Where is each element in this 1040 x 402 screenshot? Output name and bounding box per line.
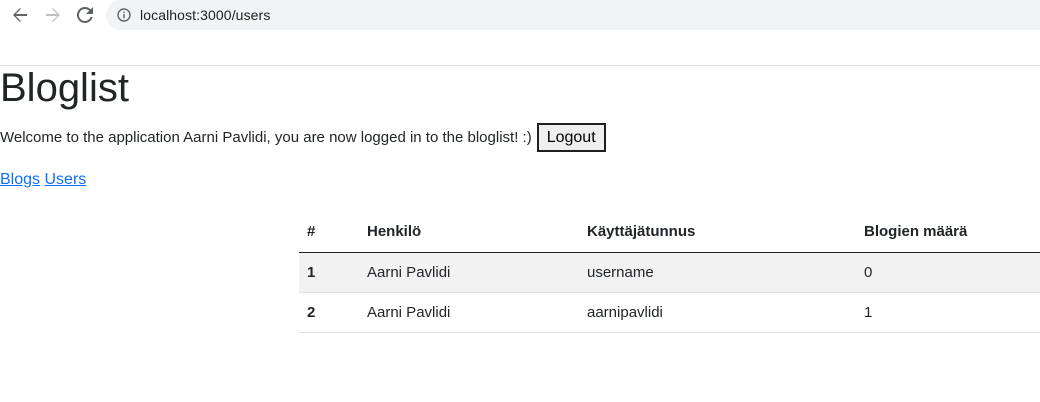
reload-button[interactable] xyxy=(74,4,96,26)
column-header-blog-count: Blogien määrä xyxy=(856,211,1040,253)
logout-button[interactable]: Logout xyxy=(536,123,606,152)
table-row: 2 Aarni Pavlidi aarnipavlidi 1 xyxy=(299,292,1040,333)
arrow-left-icon xyxy=(13,8,27,22)
blog-count-cell: 0 xyxy=(856,252,1040,293)
address-bar[interactable]: localhost:3000/users xyxy=(106,0,1040,30)
back-button[interactable] xyxy=(9,4,31,26)
info-icon[interactable] xyxy=(117,8,131,22)
username-cell: aarnipavlidi xyxy=(579,292,856,333)
column-header-index: # xyxy=(299,211,359,253)
arrow-right-icon xyxy=(46,8,60,22)
table-row: 1 Aarni Pavlidi username 0 xyxy=(299,252,1040,293)
table-header-row: # Henkilö Käyttäjätunnus Blogien määrä xyxy=(299,211,1040,253)
welcome-text: Welcome to the application Aarni Pavlidi… xyxy=(0,129,532,146)
nav-link-users[interactable]: Users xyxy=(44,171,86,188)
reload-icon xyxy=(77,7,93,23)
username-cell: username xyxy=(579,252,856,293)
column-header-username: Käyttäjätunnus xyxy=(579,211,856,253)
chrome-divider xyxy=(0,65,1040,66)
column-header-name: Henkilö xyxy=(359,211,579,253)
users-table: # Henkilö Käyttäjätunnus Blogien määrä 1… xyxy=(299,211,1040,333)
row-index: 2 xyxy=(299,292,359,333)
user-name-cell: Aarni Pavlidi xyxy=(359,292,579,333)
blog-count-cell: 1 xyxy=(856,292,1040,333)
main-nav: Blogs Users xyxy=(0,170,86,190)
user-name-cell: Aarni Pavlidi xyxy=(359,252,579,293)
url-text: localhost:3000/users xyxy=(140,7,271,23)
page-title: Bloglist xyxy=(0,66,129,110)
welcome-row: Welcome to the application Aarni Pavlidi… xyxy=(0,123,606,152)
row-index: 1 xyxy=(299,252,359,293)
nav-link-blogs[interactable]: Blogs xyxy=(0,171,40,188)
browser-toolbar: localhost:3000/users xyxy=(0,0,1040,31)
forward-button[interactable] xyxy=(42,4,64,26)
